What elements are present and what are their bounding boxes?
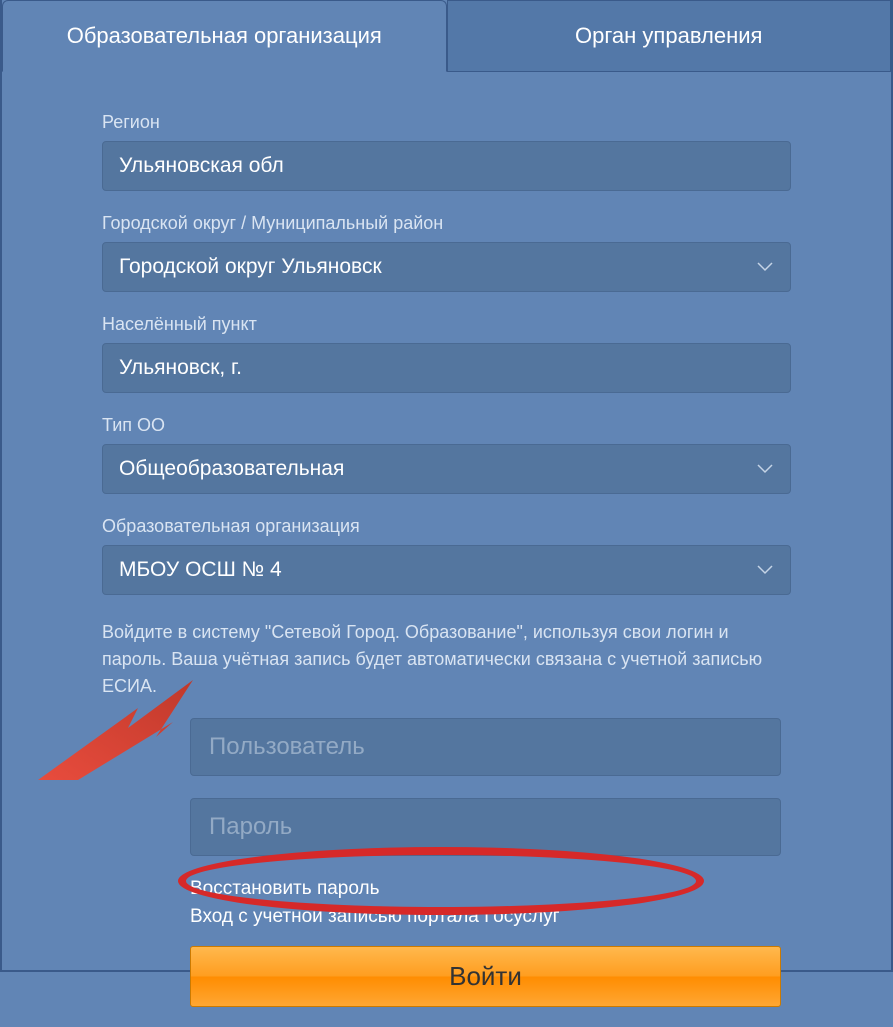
chevron-down-icon bbox=[756, 460, 774, 478]
gosuslugi-login-link[interactable]: Вход с учетной записью портала Госуслуг bbox=[190, 906, 781, 928]
credentials-block: Восстановить пароль Вход с учетной запис… bbox=[102, 718, 791, 1007]
settlement-field[interactable]: Ульяновск, г. bbox=[102, 343, 791, 393]
orgtype-label: Тип ОО bbox=[102, 415, 791, 436]
password-input[interactable] bbox=[190, 798, 781, 856]
field-org-group: Образовательная организация МБОУ ОСШ № 4 bbox=[102, 516, 791, 595]
orgtype-select[interactable]: Общеобразовательная bbox=[102, 444, 791, 494]
recover-password-link[interactable]: Восстановить пароль bbox=[190, 878, 781, 900]
settlement-label: Населённый пункт bbox=[102, 314, 791, 335]
field-district-group: Городской округ / Муниципальный район Го… bbox=[102, 213, 791, 292]
region-field[interactable]: Ульяновская обл bbox=[102, 141, 791, 191]
settlement-value: Ульяновск, г. bbox=[119, 356, 242, 380]
login-button[interactable]: Войти bbox=[190, 946, 781, 1007]
tabs-container: Образовательная организация Орган управл… bbox=[2, 0, 891, 72]
info-text: Войдите в систему "Сетевой Город. Образо… bbox=[102, 619, 791, 700]
chevron-down-icon bbox=[756, 561, 774, 579]
tab-educational-org[interactable]: Образовательная организация bbox=[2, 0, 447, 72]
links-block: Восстановить пароль Вход с учетной запис… bbox=[190, 878, 781, 928]
org-select[interactable]: МБОУ ОСШ № 4 bbox=[102, 545, 791, 595]
login-panel: Образовательная организация Орган управл… bbox=[0, 0, 893, 972]
field-settlement-group: Населённый пункт Ульяновск, г. bbox=[102, 314, 791, 393]
district-value: Городской округ Ульяновск bbox=[119, 255, 382, 279]
username-input[interactable] bbox=[190, 718, 781, 776]
district-label: Городской округ / Муниципальный район bbox=[102, 213, 791, 234]
orgtype-value: Общеобразовательная bbox=[119, 457, 344, 481]
form-content: Регион Ульяновская обл Городской округ /… bbox=[2, 72, 891, 1027]
region-label: Регион bbox=[102, 112, 791, 133]
field-region-group: Регион Ульяновская обл bbox=[102, 112, 791, 191]
org-label: Образовательная организация bbox=[102, 516, 791, 537]
org-value: МБОУ ОСШ № 4 bbox=[119, 558, 282, 582]
region-value: Ульяновская обл bbox=[119, 154, 284, 178]
tab-management-body[interactable]: Орган управления bbox=[447, 0, 892, 72]
field-orgtype-group: Тип ОО Общеобразовательная bbox=[102, 415, 791, 494]
chevron-down-icon bbox=[756, 258, 774, 276]
district-select[interactable]: Городской округ Ульяновск bbox=[102, 242, 791, 292]
